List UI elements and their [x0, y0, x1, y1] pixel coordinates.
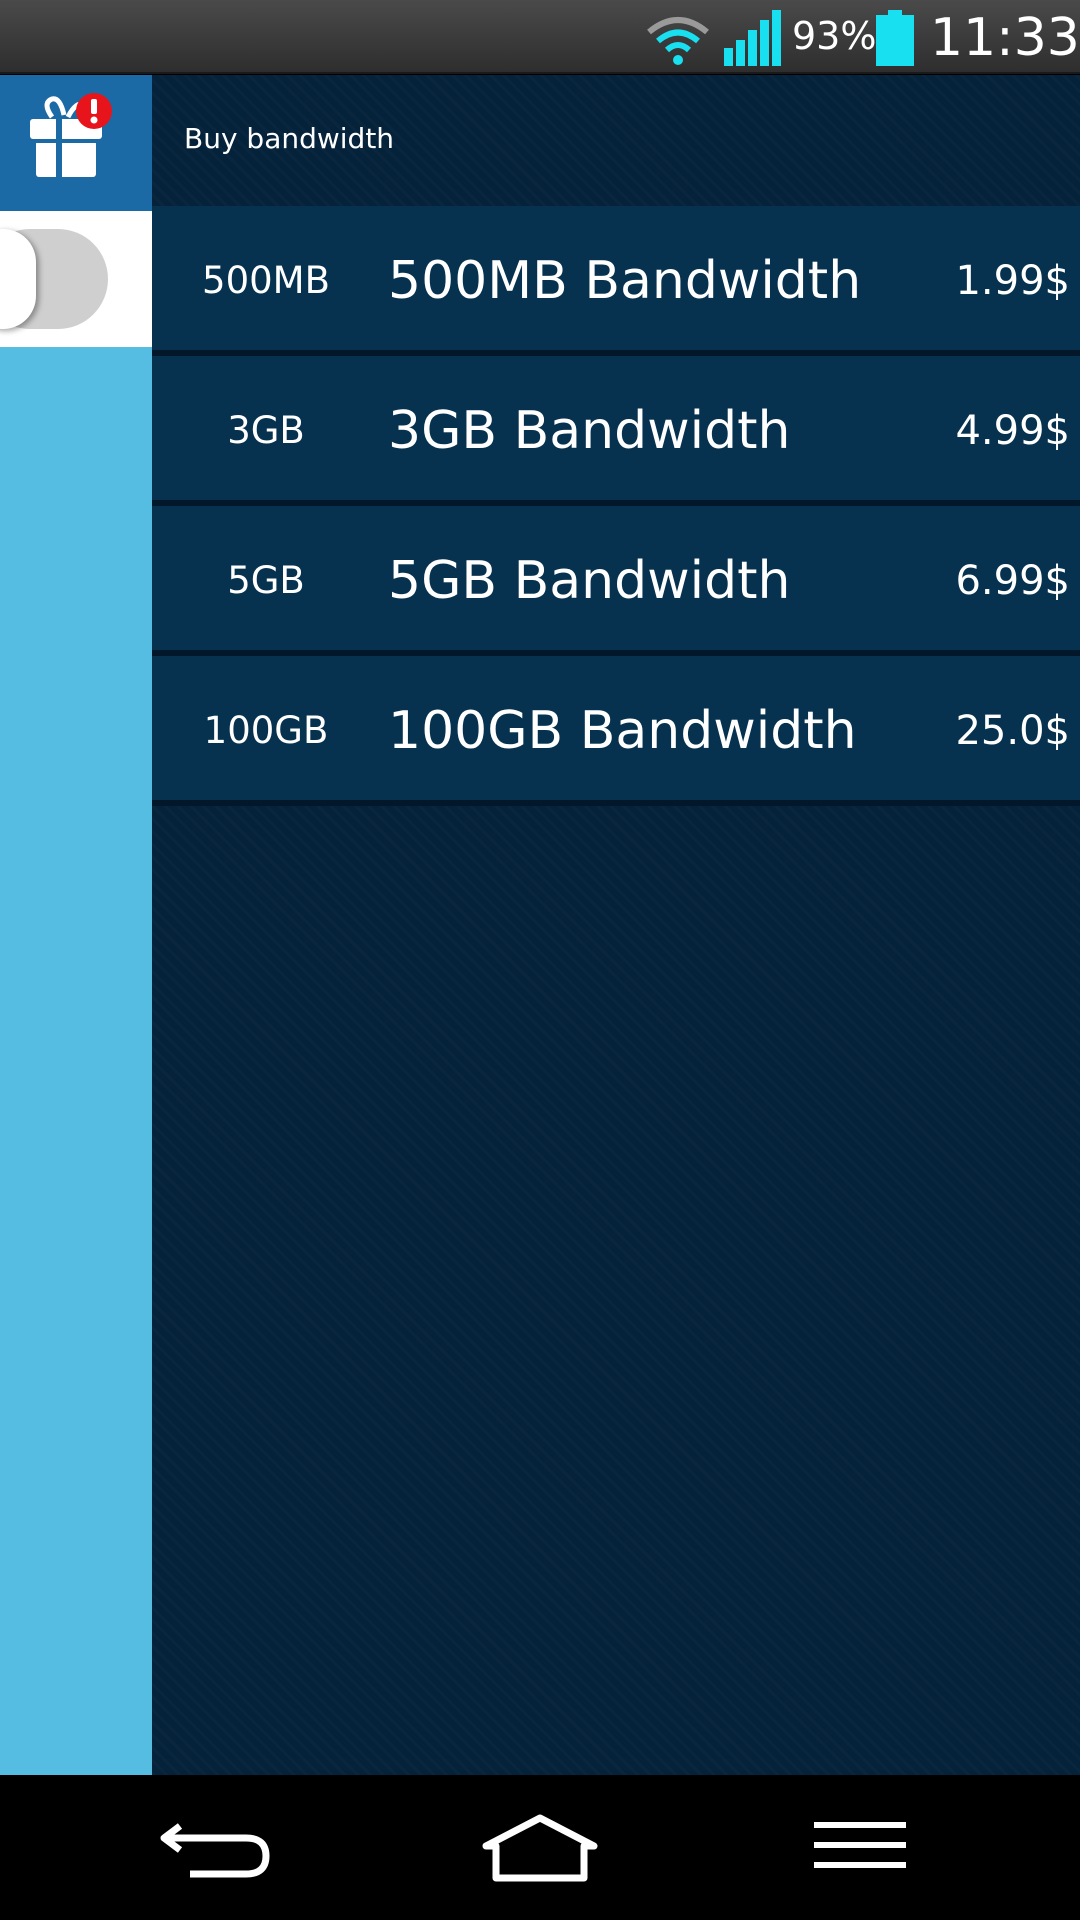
product-name: 5GB Bandwidth	[388, 551, 791, 611]
menu-icon[interactable]	[790, 1806, 930, 1890]
product-size: 3GB	[227, 409, 305, 452]
product-name: 500MB Bandwidth	[388, 251, 862, 311]
toggle-cell	[0, 211, 152, 347]
header: Buy bandwidth	[152, 75, 1080, 205]
product-row-5gb[interactable]: 5GB 5GB Bandwidth 6.99$	[152, 506, 1080, 656]
status-bar: 93% 11:33	[0, 0, 1080, 74]
gift-icon	[30, 93, 112, 177]
back-icon[interactable]	[150, 1806, 290, 1890]
alert-badge-icon	[76, 93, 112, 129]
toggle-knob[interactable]	[0, 229, 36, 329]
main-content: Buy bandwidth 500MB 500MB Bandwidth 1.99…	[152, 75, 1080, 1775]
product-row-3gb[interactable]: 3GB 3GB Bandwidth 4.99$	[152, 356, 1080, 506]
battery-icon	[876, 10, 914, 66]
product-size: 5GB	[227, 559, 305, 602]
product-price: 25.0$	[955, 708, 1070, 754]
product-price: 4.99$	[955, 408, 1070, 454]
clock: 11:33	[930, 8, 1080, 68]
page-title: Buy bandwidth	[184, 122, 395, 155]
wifi-icon	[647, 17, 709, 65]
product-size: 100GB	[203, 709, 329, 752]
side-panel	[0, 75, 152, 1775]
product-list: 500MB 500MB Bandwidth 1.99$ 3GB 3GB Band…	[152, 206, 1080, 806]
product-row-500mb[interactable]: 500MB 500MB Bandwidth 1.99$	[152, 206, 1080, 356]
product-price: 6.99$	[955, 558, 1070, 604]
signal-icon	[724, 10, 781, 66]
product-name: 100GB Bandwidth	[388, 701, 857, 761]
battery-percent: 93%	[792, 14, 877, 58]
home-icon[interactable]	[470, 1806, 610, 1890]
product-name: 3GB Bandwidth	[388, 401, 791, 461]
gift-button[interactable]	[0, 75, 152, 211]
product-row-100gb[interactable]: 100GB 100GB Bandwidth 25.0$	[152, 656, 1080, 806]
product-price: 1.99$	[955, 258, 1070, 304]
product-size: 500MB	[202, 259, 330, 302]
navigation-bar	[0, 1776, 1080, 1920]
